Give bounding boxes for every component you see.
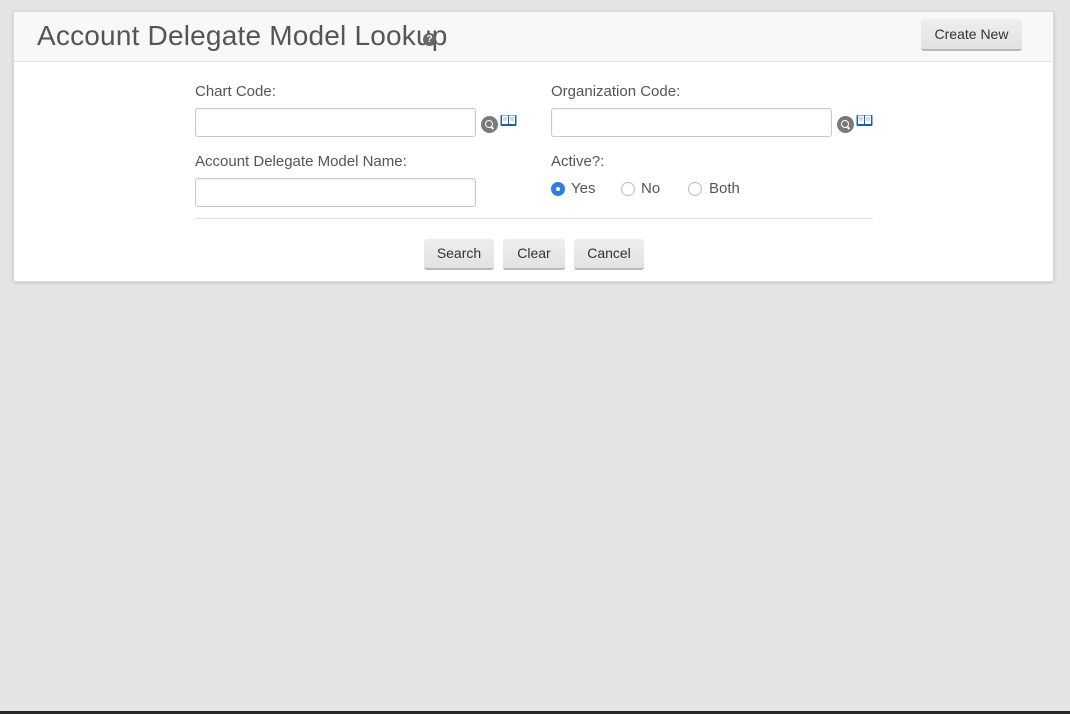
active-label: Active?: bbox=[551, 153, 605, 170]
panel-header: Account Delegate Model Lookup ? Create N… bbox=[14, 12, 1053, 62]
active-both-label: Both bbox=[709, 180, 740, 197]
active-no-label: No bbox=[641, 180, 661, 197]
active-both-radio[interactable] bbox=[688, 182, 702, 196]
active-yes-radio[interactable] bbox=[551, 182, 565, 196]
search-button[interactable]: Search bbox=[424, 239, 494, 270]
clear-button[interactable]: Clear bbox=[503, 239, 565, 270]
help-icon[interactable]: ? bbox=[423, 33, 436, 46]
chart-code-input[interactable] bbox=[195, 108, 476, 137]
active-no-radio[interactable] bbox=[621, 182, 635, 196]
model-name-label: Account Delegate Model Name: bbox=[195, 153, 407, 170]
create-new-button[interactable]: Create New bbox=[921, 19, 1022, 51]
chart-code-book-icon[interactable] bbox=[500, 114, 517, 127]
organization-code-book-icon[interactable] bbox=[856, 114, 873, 127]
organization-code-input[interactable] bbox=[551, 108, 832, 137]
lookup-panel: Account Delegate Model Lookup ? Create N… bbox=[13, 11, 1054, 282]
active-yes-label: Yes bbox=[571, 180, 596, 197]
active-radio-group: Yes No Both bbox=[551, 179, 801, 201]
page-title: Account Delegate Model Lookup bbox=[37, 20, 448, 51]
model-name-input[interactable] bbox=[195, 178, 476, 207]
cancel-button[interactable]: Cancel bbox=[574, 239, 644, 270]
organization-code-search-icon[interactable] bbox=[837, 116, 854, 133]
chart-code-search-icon[interactable] bbox=[481, 116, 498, 133]
chart-code-label: Chart Code: bbox=[195, 83, 276, 100]
organization-code-label: Organization Code: bbox=[551, 83, 681, 100]
form-divider bbox=[195, 218, 873, 219]
